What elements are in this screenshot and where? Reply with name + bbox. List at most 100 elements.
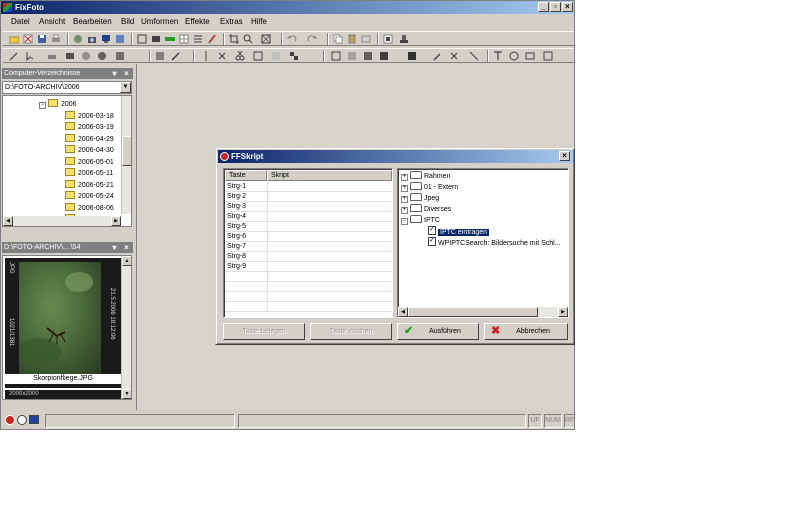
contrast-icon[interactable] xyxy=(81,51,91,61)
copy-icon[interactable] xyxy=(333,34,343,44)
tree-vscrollbar[interactable] xyxy=(121,96,131,214)
expand-icon[interactable]: + xyxy=(401,185,408,192)
monitor-status-icon[interactable] xyxy=(29,415,39,424)
tree-node-diverses[interactable]: + Diverses xyxy=(401,204,451,215)
list-item[interactable]: Strg-5 xyxy=(225,222,392,232)
column-header-key[interactable]: Taste xyxy=(225,170,267,181)
scroll-right-icon[interactable]: ▶ xyxy=(111,216,121,226)
tree-item[interactable]: 2006-04-29 xyxy=(65,134,114,145)
tree-node-2006[interactable]: −2006 xyxy=(39,99,77,110)
menu-bearbeiten[interactable]: Bearbeiten xyxy=(73,17,112,26)
zoom-icon[interactable] xyxy=(243,34,253,44)
list-item[interactable]: Strg-4 xyxy=(225,212,392,222)
collapse-icon[interactable]: − xyxy=(401,218,408,225)
tree-node-rahmen[interactable]: + Rahmen xyxy=(401,171,450,182)
album-icon[interactable] xyxy=(383,34,393,44)
tree-item[interactable]: 2006-04-30 xyxy=(65,145,114,156)
tree-item[interactable]: 2006-03-18 xyxy=(65,111,114,122)
cancel-button[interactable]: ✖ Abbrechen xyxy=(484,323,568,340)
open-folder-icon[interactable] xyxy=(9,34,19,44)
stamp-icon[interactable] xyxy=(399,34,409,44)
expand-icon[interactable]: + xyxy=(401,207,408,214)
panel-close-icon[interactable]: × xyxy=(122,243,131,252)
list-item[interactable] xyxy=(225,282,392,292)
path-combobox[interactable]: D:\FOTO-ARCHIV\2006 ▼ xyxy=(2,81,132,94)
sharpen-icon[interactable] xyxy=(97,51,107,61)
script-item-iptc-eintragen[interactable]: IPTC eintragen xyxy=(428,224,490,237)
print-icon[interactable] xyxy=(51,34,61,44)
expand-icon[interactable]: + xyxy=(401,174,408,181)
preview-vscrollbar[interactable]: ▲ ▼ xyxy=(121,256,131,399)
scroll-left-icon[interactable]: ◀ xyxy=(3,216,13,226)
scroll-thumb[interactable] xyxy=(408,307,538,317)
tree-item[interactable]: 2006-05-24 xyxy=(65,191,114,202)
scissors-icon[interactable] xyxy=(449,51,459,61)
tree-item[interactable]: 2006-05-01 xyxy=(65,157,114,168)
menu-bild[interactable]: Bild xyxy=(121,17,134,26)
frame-icon[interactable] xyxy=(137,34,147,44)
tree-item[interactable]: 2006-03-19 xyxy=(65,122,114,133)
crop-icon[interactable] xyxy=(229,34,239,44)
undo-icon[interactable] xyxy=(287,34,297,44)
brush-icon[interactable] xyxy=(207,34,217,44)
script-icon[interactable] xyxy=(543,51,553,61)
menu-effekte[interactable]: Effekte xyxy=(185,17,210,26)
scroll-right-icon[interactable]: ▶ xyxy=(558,307,568,317)
palette-icon[interactable] xyxy=(165,34,175,44)
duplicate-icon[interactable] xyxy=(361,34,371,44)
run-button[interactable]: ✔ Ausführen xyxy=(397,323,479,340)
image-adjust-icon[interactable] xyxy=(155,51,165,61)
maximize-button[interactable]: ▫ xyxy=(550,2,561,12)
menu-datei[interactable]: Datei xyxy=(11,17,30,26)
list-item[interactable] xyxy=(225,302,392,312)
list-item[interactable]: Strg-6 xyxy=(225,232,392,242)
list-item[interactable] xyxy=(225,272,392,282)
eyedropper-icon[interactable] xyxy=(433,51,443,61)
delete-key-button[interactable]: Taste löschen xyxy=(310,323,392,340)
mosaic-icon[interactable] xyxy=(289,51,299,61)
resize-icon[interactable] xyxy=(253,51,263,61)
script-status-icon[interactable] xyxy=(5,415,15,425)
scroll-left-icon[interactable]: ◀ xyxy=(398,307,408,317)
filter-icon[interactable] xyxy=(379,51,389,61)
menu-ansicht[interactable]: Ansicht xyxy=(39,17,65,26)
list-item[interactable]: Strg-7 xyxy=(225,242,392,252)
grid-view-icon[interactable] xyxy=(179,34,189,44)
tree-item[interactable]: 2006-05-21 xyxy=(65,180,114,191)
text-icon[interactable] xyxy=(493,51,503,61)
paste-icon[interactable] xyxy=(347,34,357,44)
list-item[interactable]: Strg-9 xyxy=(225,262,392,272)
list-item[interactable]: Strg-8 xyxy=(225,252,392,262)
assign-key-button[interactable]: Taste belegen xyxy=(223,323,305,340)
tree-node-extern[interactable]: +01 - Extern xyxy=(401,182,458,193)
list-item[interactable] xyxy=(225,292,392,302)
scroll-up-icon[interactable]: ▲ xyxy=(122,256,131,266)
menu-hilfe[interactable]: Hilfe xyxy=(251,17,267,26)
filmstrip-icon[interactable] xyxy=(151,34,161,44)
dialog-close-button[interactable]: × xyxy=(559,151,570,161)
script-hscrollbar[interactable]: ◀ ▶ xyxy=(398,307,568,317)
close-button[interactable]: × xyxy=(562,2,573,12)
batch-icon[interactable] xyxy=(347,51,357,61)
list-item[interactable]: Strg-3 xyxy=(225,202,392,212)
effects-icon[interactable] xyxy=(363,51,373,61)
tree-node-jpeg[interactable]: + Jpeg xyxy=(401,193,439,204)
menu-extras[interactable]: Extras xyxy=(220,17,243,26)
pencil-icon[interactable] xyxy=(171,51,181,61)
layers-icon[interactable] xyxy=(331,51,341,61)
color-icon[interactable] xyxy=(115,51,125,61)
export-icon[interactable] xyxy=(115,34,125,44)
redo-icon[interactable] xyxy=(307,34,317,44)
panel-close-icon[interactable]: × xyxy=(122,69,131,78)
camera-icon[interactable] xyxy=(87,34,97,44)
select-icon[interactable] xyxy=(25,51,35,61)
brightness-icon[interactable] xyxy=(47,51,57,61)
black-box-icon[interactable] xyxy=(407,51,417,61)
column-header-script[interactable]: Skript xyxy=(267,170,392,181)
fit-window-icon[interactable] xyxy=(261,34,271,44)
caption-icon[interactable] xyxy=(525,51,535,61)
wand-icon[interactable] xyxy=(9,51,19,61)
menu-umformen[interactable]: Umformen xyxy=(141,17,178,26)
rectangle-icon[interactable] xyxy=(65,51,75,61)
scroll-down-icon[interactable]: ▼ xyxy=(122,389,131,399)
